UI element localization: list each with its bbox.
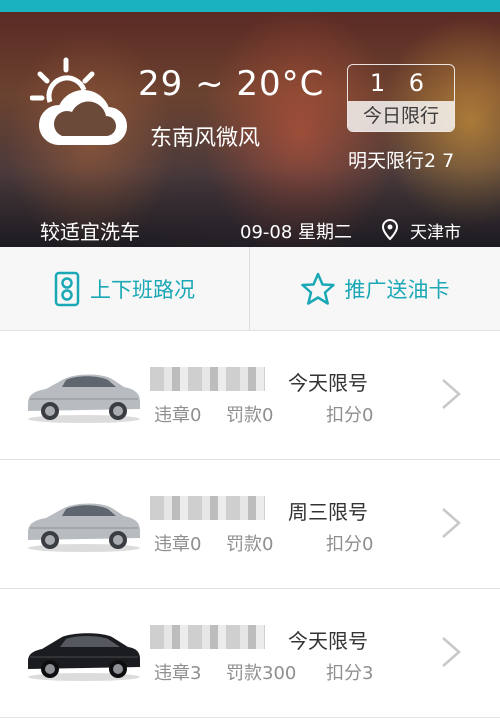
car-row[interactable]: 今天限号 违章3 罚款300 扣分3 [0, 589, 500, 718]
chevron-right-icon [442, 379, 461, 409]
status-bar [0, 0, 500, 12]
car-row[interactable]: 今天限号 违章0 罚款0 扣分0 [0, 331, 500, 460]
license-plate-blurred [150, 496, 265, 520]
temperature-range: 29 ~ 20°C [138, 64, 325, 104]
commute-traffic-label: 上下班路况 [90, 277, 195, 302]
car-row[interactable]: 周三限号 违章0 罚款0 扣分0 [0, 460, 500, 589]
traffic-light-icon [54, 271, 80, 306]
promo-fuel-card-label: 推广送油卡 [344, 277, 450, 302]
weather-header: 29 ~ 20°C 东南风微风 1 6 今日限行 明天限行2 7 较适宜洗车 0… [0, 12, 500, 247]
chevron-right-icon [442, 637, 461, 667]
promo-fuel-card-button[interactable]: 推广送油卡 [250, 247, 500, 330]
license-plate-blurred [150, 367, 265, 391]
chevron-right-icon [442, 508, 461, 538]
quick-actions-bar: 上下班路况 推广送油卡 [0, 247, 500, 331]
license-plate-blurred [150, 625, 265, 649]
violations-count: 违章0 [154, 405, 202, 426]
location-pin-icon [381, 219, 399, 241]
silver-car-image [28, 374, 140, 423]
fines-amount: 罚款0 [226, 534, 274, 555]
silver-car-image [28, 503, 140, 552]
tomorrow-restriction: 明天限行2 7 [348, 150, 455, 172]
black-car-image [28, 633, 140, 681]
violations-count: 违章0 [154, 534, 202, 555]
points-deducted: 扣分0 [326, 534, 374, 555]
violations-count: 违章3 [154, 663, 202, 684]
points-deducted: 扣分3 [326, 663, 374, 684]
date-weekday: 09-08 星期二 [240, 222, 353, 243]
star-icon [300, 272, 335, 305]
plate-limit-status: 今天限号 [288, 371, 368, 395]
points-deducted: 扣分0 [326, 405, 374, 426]
plate-limit-status: 今天限号 [288, 629, 368, 653]
partly-cloudy-icon [30, 57, 127, 145]
fines-amount: 罚款0 [226, 405, 274, 426]
fines-amount: 罚款300 [226, 663, 297, 684]
car-list: 今天限号 违章0 罚款0 扣分0 周三限号 违章0 罚款0 扣分0 今天限号 违… [0, 331, 500, 718]
wind-info: 东南风微风 [150, 126, 261, 151]
today-restriction-numbers: 1 6 [369, 69, 433, 97]
city-name[interactable]: 天津市 [410, 218, 461, 243]
car-wash-index: 较适宜洗车 [40, 220, 140, 244]
plate-limit-status: 周三限号 [288, 500, 368, 524]
commute-traffic-button[interactable]: 上下班路况 [0, 247, 249, 330]
today-restriction-label: 今日限行 [348, 101, 454, 131]
today-restriction-box: 1 6 今日限行 [347, 64, 455, 132]
